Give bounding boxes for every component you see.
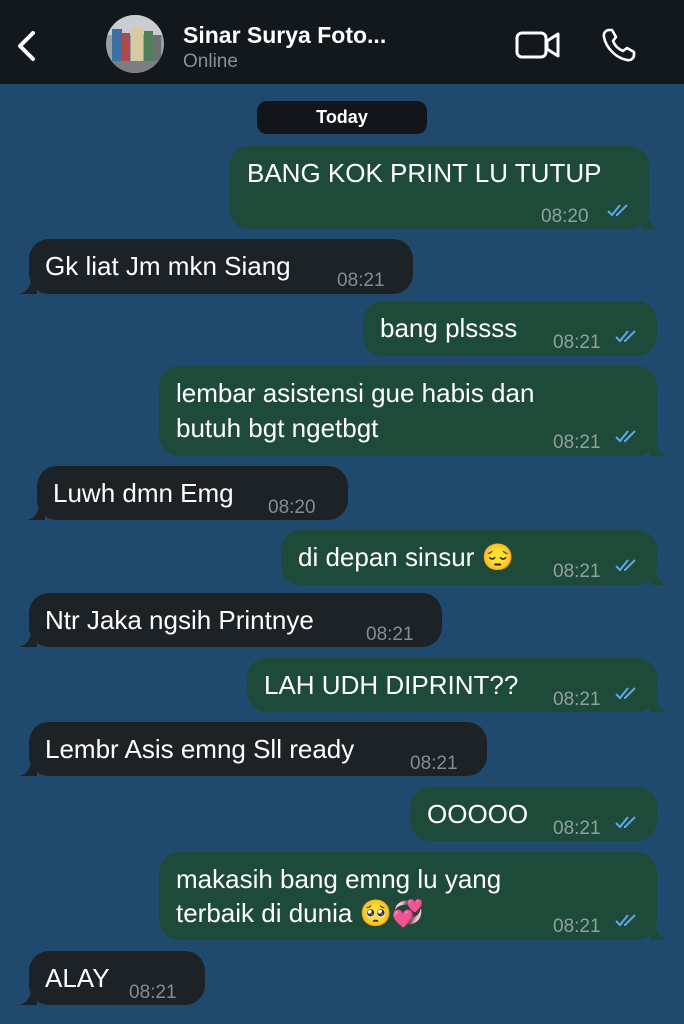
double-check-icon <box>615 914 636 927</box>
message-bubble-outgoing[interactable]: di depan sinsur 😔 08:21 <box>281 530 657 585</box>
bubble-tail <box>650 696 668 712</box>
message-text-line2: butuh bgt ngetbgt <box>176 413 379 443</box>
message-bubble-incoming[interactable]: Ntr Jaka ngsih Printnye 08:21 <box>29 593 442 647</box>
bubble-tail <box>19 760 37 776</box>
date-separator: Today <box>257 101 427 134</box>
phone-icon <box>602 28 636 62</box>
avatar[interactable] <box>106 15 164 73</box>
message-bubble-incoming[interactable]: ALAY 08:21 <box>29 951 205 1005</box>
double-check-icon <box>615 430 636 443</box>
message-time: 08:21 <box>553 561 601 582</box>
message-time: 08:20 <box>541 206 589 227</box>
chevron-left-icon <box>18 31 35 61</box>
video-camera-icon <box>515 31 560 59</box>
contact-name[interactable]: Sinar Surya Foto... <box>183 22 386 49</box>
message-time: 08:21 <box>337 270 385 291</box>
bubble-tail <box>642 213 660 229</box>
message-time: 08:21 <box>553 432 601 453</box>
message-text: LAH UDH DIPRINT?? <box>264 670 519 700</box>
video-call-button[interactable] <box>514 28 562 62</box>
message-bubble-outgoing[interactable]: makasih bang emng lu yang terbaik di dun… <box>159 852 657 940</box>
message-time: 08:21 <box>410 753 458 774</box>
message-time: 08:21 <box>366 624 414 645</box>
message-text: bang plssss <box>380 313 518 343</box>
double-check-icon <box>607 204 628 217</box>
message-bubble-incoming[interactable]: Luwh dmn Emg 08:20 <box>37 466 348 520</box>
message-bubble-outgoing[interactable]: OOOOO 08:21 <box>410 787 657 841</box>
message-text-line1: lembar asistensi gue habis dan <box>176 378 535 408</box>
message-bubble-outgoing[interactable]: lembar asistensi gue habis dan butuh bgt… <box>159 366 657 456</box>
bubble-tail <box>650 569 668 585</box>
message-time: 08:21 <box>129 982 177 1003</box>
message-bubble-outgoing[interactable]: LAH UDH DIPRINT?? 08:21 <box>247 658 657 712</box>
message-bubble-outgoing[interactable]: bang plssss 08:21 <box>363 301 657 356</box>
bubble-tail <box>19 278 37 294</box>
message-text: BANG KOK PRINT LU TUTUP <box>247 158 602 188</box>
double-check-icon <box>615 687 636 700</box>
message-time: 08:20 <box>268 497 316 518</box>
message-text: ALAY <box>45 963 110 993</box>
bubble-tail <box>650 440 668 456</box>
contact-status: Online <box>183 51 238 72</box>
message-time: 08:21 <box>553 332 601 353</box>
bubble-tail <box>650 924 668 940</box>
message-text: di depan sinsur 😔 <box>298 542 514 572</box>
message-text-line1: makasih bang emng lu yang <box>176 864 502 894</box>
bubble-tail <box>19 631 37 647</box>
double-check-icon <box>615 330 636 343</box>
message-time: 08:21 <box>553 689 601 710</box>
voice-call-button[interactable] <box>600 26 638 64</box>
bubble-tail <box>19 989 37 1005</box>
message-text: Ntr Jaka ngsih Printnye <box>45 605 314 635</box>
message-text: Lembr Asis emng Sll ready <box>45 734 355 764</box>
message-bubble-incoming[interactable]: Gk liat Jm mkn Siang 08:21 <box>29 239 413 294</box>
message-time: 08:21 <box>553 916 601 937</box>
message-text: Gk liat Jm mkn Siang <box>45 251 291 281</box>
bubble-tail <box>27 504 45 520</box>
message-text-line2: terbaik di dunia 🥺💞 <box>176 898 425 928</box>
message-time: 08:21 <box>553 818 601 839</box>
message-bubble-outgoing[interactable]: BANG KOK PRINT LU TUTUP 08:20 <box>229 146 649 229</box>
message-text: Luwh dmn Emg <box>53 478 234 508</box>
back-button[interactable] <box>10 26 44 66</box>
message-bubble-incoming[interactable]: Lembr Asis emng Sll ready 08:21 <box>29 722 487 776</box>
chat-header: Sinar Surya Foto... Online <box>0 0 684 84</box>
double-check-icon <box>615 816 636 829</box>
double-check-icon <box>615 559 636 572</box>
message-text: OOOOO <box>427 799 529 829</box>
